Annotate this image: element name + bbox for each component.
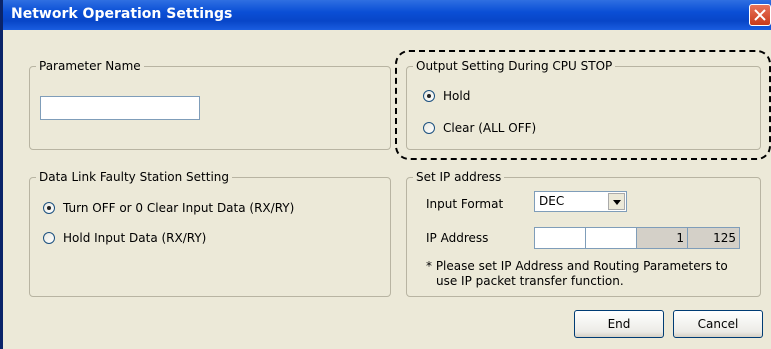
ip-address-label: IP Address	[426, 231, 489, 245]
radio-unchecked-icon	[43, 232, 55, 244]
data-link-hold-label: Hold Input Data (RX/RY)	[63, 231, 207, 245]
cancel-button[interactable]: Cancel	[673, 310, 763, 338]
input-format-label: Input Format	[426, 197, 504, 211]
chevron-down-icon[interactable]	[608, 193, 625, 210]
ip-octet-2[interactable]	[586, 228, 637, 248]
close-icon	[754, 9, 766, 21]
ip-octet-4[interactable]: 125	[688, 228, 739, 248]
ip-note-line2: use IP packet transfer function.	[436, 274, 624, 288]
window-title: Network Operation Settings	[11, 6, 233, 22]
parameter-name-input[interactable]	[40, 96, 200, 120]
ip-octet-1[interactable]	[535, 228, 586, 248]
ip-address-field[interactable]: 1 125	[534, 227, 740, 249]
input-format-select[interactable]: DEC	[534, 191, 627, 212]
input-format-value: DEC	[539, 194, 565, 208]
highlight-dashed-outline	[395, 50, 771, 160]
close-button[interactable]	[749, 4, 771, 26]
radio-checked-icon	[43, 202, 55, 214]
ip-octet-3[interactable]: 1	[637, 228, 688, 248]
data-link-clear-radio[interactable]: Turn OFF or 0 Clear Input Data (RX/RY)	[43, 201, 294, 215]
ip-address-legend: Set IP address	[413, 170, 505, 184]
parameter-name-legend: Parameter Name	[36, 59, 144, 73]
dialog-window: Network Operation Settings Parameter Nam…	[0, 0, 771, 349]
data-link-legend: Data Link Faulty Station Setting	[36, 170, 233, 184]
title-bar: Network Operation Settings	[3, 0, 771, 30]
end-button[interactable]: End	[574, 310, 664, 338]
data-link-hold-radio[interactable]: Hold Input Data (RX/RY)	[43, 231, 206, 245]
data-link-clear-label: Turn OFF or 0 Clear Input Data (RX/RY)	[63, 201, 295, 215]
ip-note-line1: * Please set IP Address and Routing Para…	[426, 259, 728, 273]
